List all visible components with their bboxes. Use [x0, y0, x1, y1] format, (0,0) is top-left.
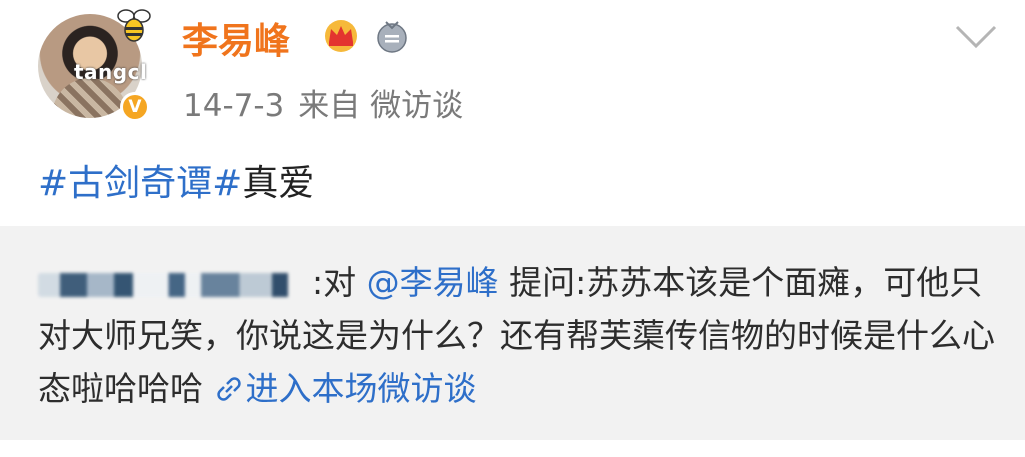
crown-icon: [325, 20, 357, 52]
mention-link[interactable]: @李易峰: [367, 263, 499, 302]
avatar-shirt: [52, 78, 128, 118]
chevron-down-icon[interactable]: [954, 22, 998, 52]
avatar[interactable]: tangcl V: [38, 9, 151, 122]
medal-icon: [377, 21, 407, 53]
link-icon: [216, 377, 241, 401]
post-meta: 14-7-3 来自 微访谈: [183, 80, 477, 125]
post-content: #古剑奇谭#真爱: [38, 154, 314, 206]
username[interactable]: 李易峰: [182, 12, 290, 64]
bee-icon: [117, 9, 151, 42]
topic-link[interactable]: #古剑奇谭#: [38, 163, 242, 204]
interview-link[interactable]: 进入本场微访谈: [214, 369, 477, 408]
retweet-box[interactable]: :对 @李易峰 提问:苏苏本该是个面瘫，可他只对大师兄笑，你说这是为什么？还有帮…: [0, 226, 1025, 440]
verified-badge: V: [120, 92, 150, 122]
post-header: tangcl V 李易峰 14-7-3 来自 微访谈 #古剑奇谭#真爱: [0, 0, 1025, 220]
retweet-prefix: :对: [312, 263, 367, 302]
retweet-content: :对 @李易峰 提问:苏苏本该是个面瘫，可他只对大师兄笑，你说这是为什么？还有帮…: [38, 256, 998, 415]
post-text: 真爱: [242, 163, 315, 204]
interview-link-label[interactable]: 进入本场微访谈: [246, 369, 477, 408]
post-date: 14-7-3: [183, 88, 285, 124]
avatar-watermark: tangcl: [74, 60, 148, 84]
blurred-username[interactable]: [38, 272, 310, 297]
post-source[interactable]: 来自 微访谈: [298, 88, 463, 124]
